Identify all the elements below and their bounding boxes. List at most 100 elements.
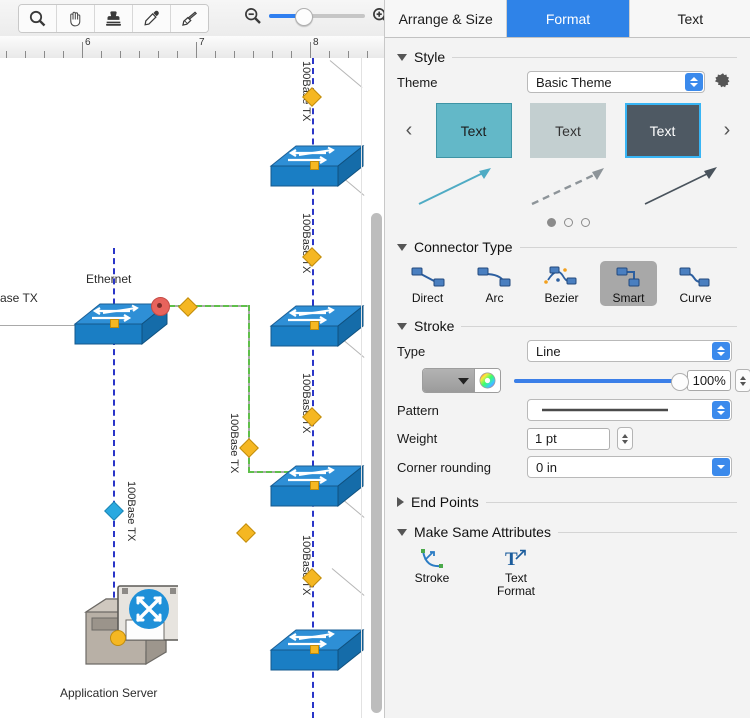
arc-connector-icon bbox=[477, 267, 510, 287]
shape-handle[interactable] bbox=[110, 630, 126, 646]
connector-midpoint-handle[interactable] bbox=[178, 297, 198, 317]
zoom-tool[interactable] bbox=[19, 5, 57, 32]
style-swatch-1[interactable]: Text bbox=[435, 103, 512, 158]
stroke-opacity-knob[interactable] bbox=[670, 372, 689, 391]
tool-group bbox=[18, 4, 209, 33]
zoom-out-icon[interactable] bbox=[243, 6, 263, 26]
disclosure-triangle-icon[interactable] bbox=[397, 322, 407, 330]
inspector-tabs: Arrange & Size Format Text bbox=[385, 0, 750, 38]
shape-handle[interactable] bbox=[310, 161, 319, 170]
paintbrush-tool[interactable] bbox=[171, 5, 208, 32]
connector-type-smart[interactable]: Smart bbox=[600, 261, 657, 306]
chevron-left-icon[interactable]: ‹ bbox=[401, 119, 417, 142]
switch-icon bbox=[269, 464, 365, 508]
carousel-page-dots bbox=[385, 218, 750, 227]
switch-icon bbox=[73, 302, 169, 346]
disclosure-triangle-icon[interactable] bbox=[397, 528, 407, 536]
section-style-header[interactable]: Style bbox=[397, 49, 750, 65]
tab-text[interactable]: Text bbox=[629, 0, 750, 37]
stroke-color-swatch[interactable] bbox=[423, 369, 474, 392]
node-label-ethernet: Ethernet bbox=[86, 272, 132, 286]
arrow-preview-solid-dark[interactable] bbox=[639, 162, 723, 210]
eyedropper-tool[interactable] bbox=[133, 5, 171, 32]
node-switch-2[interactable] bbox=[266, 284, 366, 350]
stroke-opacity-stepper[interactable] bbox=[735, 369, 750, 392]
stroke-weight-stepper[interactable] bbox=[617, 427, 633, 450]
switch-icon bbox=[269, 144, 365, 188]
shape-handle[interactable] bbox=[310, 481, 319, 490]
connector-type-arc[interactable]: Arc bbox=[466, 261, 523, 306]
stroke-weight-input[interactable]: 1 pt bbox=[527, 427, 610, 450]
arrow-preview-dashed-gray[interactable] bbox=[526, 162, 610, 210]
connector-type-arc-label: Arc bbox=[485, 291, 504, 305]
disclosure-triangle-icon[interactable] bbox=[397, 53, 407, 61]
style-swatch-2[interactable]: Text bbox=[530, 103, 606, 158]
page-dot-1[interactable] bbox=[546, 218, 556, 227]
shape-handle[interactable] bbox=[310, 645, 319, 654]
node-label-application-server: Application Server bbox=[60, 686, 158, 700]
guide-handle[interactable] bbox=[104, 501, 124, 521]
section-end-points-header[interactable]: End Points bbox=[397, 494, 750, 510]
stroke-pattern-select[interactable] bbox=[527, 399, 732, 421]
make-same-text-format-label-line2: Format bbox=[496, 584, 535, 598]
zoom-slider[interactable] bbox=[269, 8, 365, 26]
connector-type-bezier[interactable]: Bezier bbox=[533, 261, 590, 306]
disclosure-triangle-icon[interactable] bbox=[397, 497, 404, 507]
node-switch-3[interactable] bbox=[266, 444, 366, 510]
connector-type-curve[interactable]: Curve bbox=[667, 261, 724, 306]
format-inspector-panel: Arrange & Size Format Text Style Theme B… bbox=[384, 0, 750, 718]
arrow-preview-solid-teal[interactable] bbox=[413, 162, 497, 210]
ruler-label-6: 6 bbox=[85, 37, 91, 48]
ruler-label-7: 7 bbox=[199, 37, 205, 48]
node-application-server[interactable] bbox=[58, 574, 181, 684]
corner-rounding-stepper[interactable] bbox=[712, 458, 730, 476]
shape-handle[interactable] bbox=[310, 321, 319, 330]
stroke-opacity-fill bbox=[513, 378, 677, 383]
stroke-opacity-slider[interactable] bbox=[513, 372, 689, 391]
style-swatch-3[interactable]: Text bbox=[624, 103, 701, 158]
tab-format[interactable]: Format bbox=[507, 0, 630, 37]
connector-type-smart-label: Smart bbox=[612, 291, 645, 305]
tab-arrange-size[interactable]: Arrange & Size bbox=[385, 0, 508, 37]
gear-icon[interactable] bbox=[713, 72, 733, 92]
section-connector-type-header[interactable]: Connector Type bbox=[397, 239, 750, 255]
connector-endpoint-handle[interactable] bbox=[236, 523, 256, 543]
shape-handle[interactable] bbox=[110, 319, 119, 328]
page-dot-2[interactable] bbox=[563, 218, 573, 227]
format-panel-body: Style Theme Basic Theme ‹ Text Text Text… bbox=[385, 37, 750, 718]
stroke-opacity-value[interactable]: 100% bbox=[687, 370, 732, 391]
connector-midpoint-handle[interactable] bbox=[239, 438, 259, 458]
switch-icon bbox=[269, 628, 365, 672]
diagram-canvas[interactable]: ase TX Ethernet 100Base TX 100Base TX 10… bbox=[0, 58, 384, 718]
pan-tool[interactable] bbox=[57, 5, 95, 32]
stamp-tool[interactable] bbox=[95, 5, 133, 32]
theme-select[interactable]: Basic Theme bbox=[527, 71, 705, 93]
chevron-right-icon[interactable]: › bbox=[719, 119, 735, 142]
stroke-color-well[interactable] bbox=[422, 368, 501, 393]
page-dot-3[interactable] bbox=[580, 218, 590, 227]
make-same-text-format[interactable]: T Text Format bbox=[485, 546, 547, 598]
make-same-stroke-label: Stroke bbox=[414, 571, 450, 585]
connector-endpoint-red[interactable] bbox=[151, 297, 170, 316]
theme-select-stepper[interactable] bbox=[685, 73, 703, 91]
corner-rounding-select[interactable]: 0 in bbox=[527, 456, 732, 478]
theme-row: Theme Basic Theme bbox=[397, 71, 750, 93]
color-wheel-icon[interactable] bbox=[473, 369, 500, 392]
connector-type-direct[interactable]: Direct bbox=[399, 261, 456, 306]
node-switch-4[interactable] bbox=[266, 608, 366, 674]
stroke-type-stepper[interactable] bbox=[712, 342, 730, 360]
stroke-type-select[interactable]: Line bbox=[527, 340, 732, 362]
node-ethernet-switch[interactable] bbox=[70, 282, 170, 348]
section-make-same-header[interactable]: Make Same Attributes bbox=[397, 524, 750, 540]
section-stroke-header[interactable]: Stroke bbox=[397, 318, 750, 334]
selection-guide bbox=[329, 60, 363, 88]
disclosure-triangle-icon[interactable] bbox=[397, 243, 407, 251]
canvas-vertical-scrollbar[interactable] bbox=[371, 213, 382, 713]
make-same-stroke[interactable]: Stroke bbox=[401, 546, 463, 598]
node-switch-1[interactable] bbox=[266, 124, 366, 190]
zoom-slider-knob[interactable] bbox=[295, 8, 313, 26]
stroke-weight-row: Weight 1 pt bbox=[397, 427, 750, 450]
section-connector-type-title: Connector Type bbox=[414, 239, 513, 255]
stroke-type-row: Type Line bbox=[397, 340, 750, 362]
stroke-pattern-stepper[interactable] bbox=[712, 401, 730, 419]
